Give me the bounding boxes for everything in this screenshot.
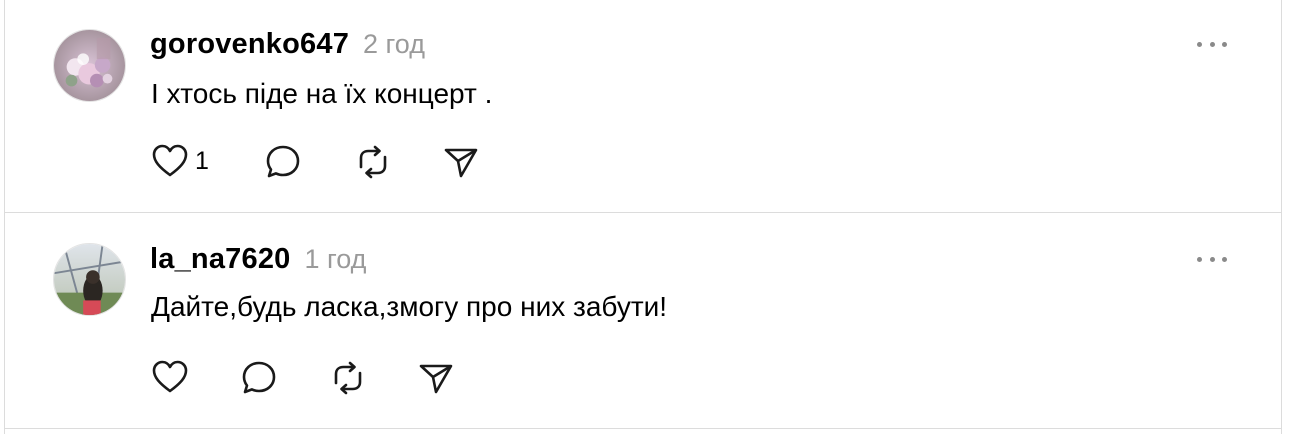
comment-icon [266,145,300,178]
more-dot [1222,256,1227,262]
comment-post: la_na7620 1 год Дайте,будь ласка,змогу п… [5,213,1281,429]
like-button[interactable] [151,359,195,395]
repost-icon [359,145,387,179]
avatar[interactable] [53,29,126,102]
repost-button[interactable] [353,143,393,181]
username[interactable]: la_na7620 [150,243,290,276]
post-header: la_na7620 1 год [150,243,366,276]
more-dot [1197,256,1202,262]
post-header: gorovenko647 2 год [150,28,425,61]
share-icon [419,364,453,394]
comment-text: Дайте,будь ласка,змогу про них забути! [151,291,668,322]
like-button[interactable]: 1 [151,143,209,179]
more-dot [1197,41,1202,47]
repost-button[interactable] [328,359,368,397]
comment-button[interactable] [240,359,278,397]
share-button[interactable] [417,360,455,396]
timestamp[interactable]: 2 год [363,29,425,60]
comment-button[interactable] [264,143,302,181]
comment-feed: gorovenko647 2 год І хтось піде на їх ко… [4,0,1282,434]
more-dot [1222,41,1227,47]
heart-icon [152,144,188,177]
share-button[interactable] [442,144,480,180]
like-count: 1 [195,146,209,175]
share-icon [444,148,478,178]
more-dot [1209,41,1215,47]
avatar[interactable] [53,243,126,316]
username[interactable]: gorovenko647 [150,28,349,61]
comment-text: І хтось піде на їх концерт . [151,78,493,109]
heart-icon [152,360,188,393]
repost-icon [334,361,362,395]
comment-post: gorovenko647 2 год І хтось піде на їх ко… [5,0,1281,213]
more-dot [1209,256,1215,262]
more-icon[interactable] [1197,39,1227,49]
comment-icon [242,361,276,394]
timestamp[interactable]: 1 год [304,244,366,275]
more-icon[interactable] [1197,254,1227,264]
